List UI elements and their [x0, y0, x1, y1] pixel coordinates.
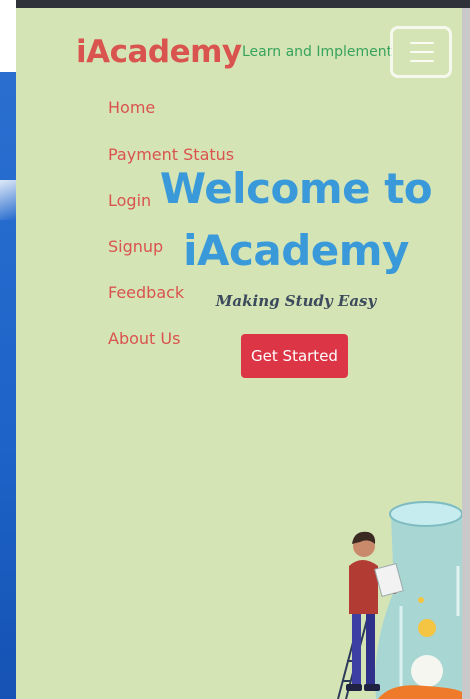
hero-title-line2: iAcademy [183, 226, 409, 275]
window-top-bar [16, 0, 470, 8]
nav-item-login[interactable]: Login [108, 191, 151, 210]
hero-subtitle: Making Study Easy [215, 292, 377, 310]
app-page: iAcademy Learn and Implement Home Paymen… [16, 8, 462, 699]
hero-title: Welcome to iAcademy [156, 158, 436, 282]
brand-logo[interactable]: iAcademy [76, 34, 242, 70]
nav-item-signup[interactable]: Signup [108, 237, 163, 256]
get-started-button[interactable]: Get Started [241, 334, 348, 378]
background-highlight [0, 180, 16, 220]
scrollbar-track[interactable] [462, 8, 470, 699]
navbar-toggle-button[interactable] [390, 26, 452, 78]
brand-tagline: Learn and Implement [242, 44, 393, 60]
hero-title-line1: Welcome to [159, 164, 433, 213]
nav-item-about-us[interactable]: About Us [108, 329, 180, 348]
student-flask-illustration [337, 501, 462, 699]
nav-item-home[interactable]: Home [108, 98, 155, 117]
background-window-left [0, 72, 16, 699]
